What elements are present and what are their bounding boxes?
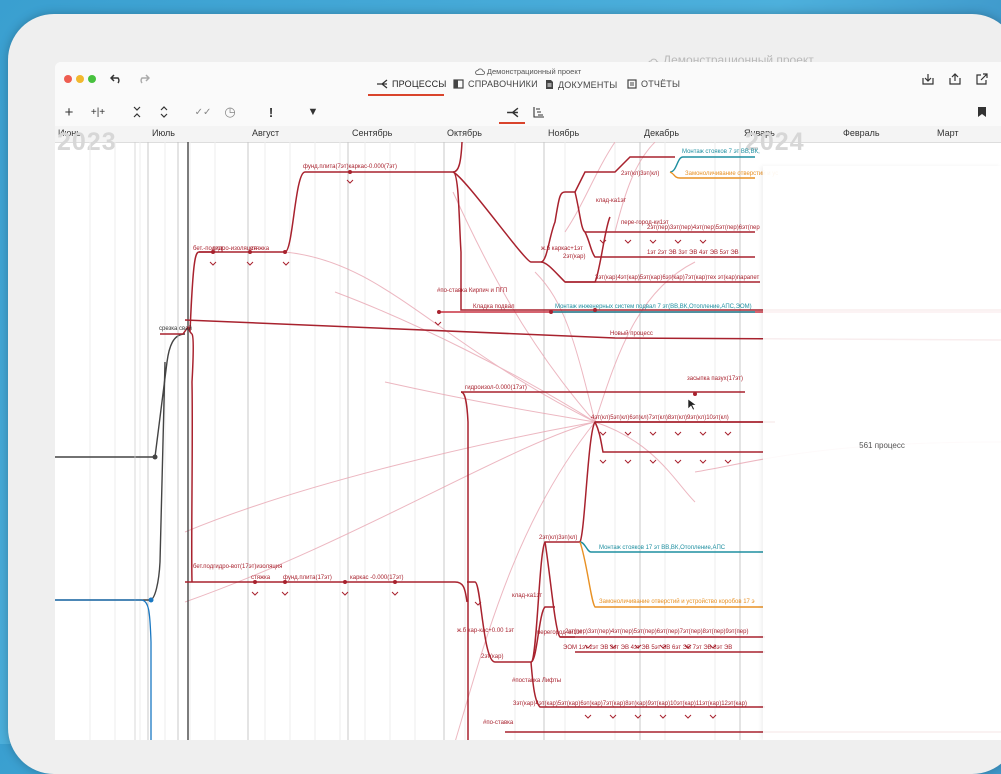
bookmark-icon[interactable] bbox=[973, 103, 991, 121]
task-label: Монтаж стояков 7 эт ВВ,ВК, bbox=[682, 149, 760, 155]
task-label: 3эт(кар)4эт(кар)5эт(кар)6эт(кар)7эт(кар)… bbox=[595, 275, 760, 281]
cloud-icon bbox=[474, 68, 485, 75]
close-window-button[interactable] bbox=[64, 75, 72, 83]
task-label: Кладка подвал bbox=[473, 304, 515, 310]
task-label: ЭОМ 1эт 2эт ЭВ 3эт ЭВ 4эт ЭВ 5эт ЭВ 6эт … bbox=[563, 645, 732, 651]
task-label: ж.б каркас+1эт bbox=[541, 246, 583, 252]
task-label: стяжка bbox=[250, 246, 270, 252]
month-label: Июль bbox=[152, 128, 175, 138]
open-external-icon[interactable] bbox=[973, 70, 991, 88]
task-label: Замоноличивание отверстий и устройство к… bbox=[599, 598, 755, 605]
task-label: срезка свай bbox=[159, 325, 192, 332]
tab-documents[interactable]: ДОКУМЕНТЫ bbox=[545, 79, 617, 90]
month-label: Февраль bbox=[843, 128, 880, 138]
task-label: #по-ставка bbox=[483, 720, 514, 726]
filter-icon[interactable]: ▼ bbox=[304, 103, 322, 121]
task-label: 2эт(пер)3эт(пер)4эт(пер)5эт(пер)6эт(пер)… bbox=[565, 629, 748, 635]
month-label: Октябрь bbox=[447, 128, 482, 138]
report-icon bbox=[627, 79, 637, 89]
project-title: Демонстрационный проект bbox=[55, 67, 1001, 76]
process-panel: 561 процесс bbox=[763, 166, 1001, 740]
month-label: Сентябрь bbox=[352, 128, 393, 138]
task-label: 3эт(кар)4эт(кар)5эт(кар)6эт(кар)7эт(кар)… bbox=[513, 701, 747, 707]
task-label: 2эт(пер)3эт(пер)4эт(пер)5эт(пер)6эт(пер bbox=[647, 225, 760, 231]
task-label: ж.б кар-кас+0.00 1эт bbox=[457, 628, 514, 634]
task-label: 4эт(кл)5эт(кл)6эт(кл)7эт(кл)8эт(кл)9эт(к… bbox=[591, 415, 729, 421]
month-label: Март bbox=[937, 128, 959, 138]
task-label: каркас -0.000(17эт) bbox=[350, 575, 404, 581]
title-bar: Демонстрационный проект ПРОЦЕССЫ СПРАВОЧ… bbox=[55, 62, 1001, 98]
task-label: 1эт 2эт ЭВ 3эт ЭВ 4эт ЭВ 5эт ЭВ bbox=[647, 250, 739, 256]
task-label: стяжка bbox=[251, 575, 271, 581]
task-label: 2эт(кар) bbox=[563, 254, 585, 260]
task-label: гидроизол-0.000(17эт) bbox=[465, 385, 527, 391]
month-label: Декабрь bbox=[644, 128, 680, 138]
view-underline bbox=[499, 122, 525, 124]
expand-icon[interactable] bbox=[155, 103, 173, 121]
gantt-view-icon[interactable] bbox=[530, 103, 548, 121]
book-icon bbox=[453, 79, 464, 89]
task-label: Монтаж стояков 17 эт ВВ,ВК,Отопление,АПС bbox=[599, 545, 726, 551]
tab-processes[interactable]: ПРОЦЕССЫ bbox=[376, 79, 447, 89]
document-icon bbox=[546, 80, 553, 89]
task-label: 2эт(кл)3эт(кл) bbox=[621, 171, 659, 177]
timeline-header: Июнь Июль Август Сентябрь Октябрь Ноябрь… bbox=[55, 126, 1001, 143]
task-label: клад-ка1эт bbox=[596, 198, 626, 204]
minimize-window-button[interactable] bbox=[76, 75, 84, 83]
task-label: клад-ка1эт bbox=[512, 593, 542, 599]
collapse-icon[interactable] bbox=[128, 103, 146, 121]
task-label: фунд.плита(17эт) bbox=[283, 575, 332, 581]
task-label: #по-ставка Кирпич и ПГП bbox=[437, 288, 507, 294]
share-icon[interactable] bbox=[946, 70, 964, 88]
mouse-cursor-icon bbox=[687, 398, 698, 411]
process-view-icon[interactable] bbox=[503, 103, 521, 121]
task-label: 2эт(кл)3эт(кл) bbox=[539, 535, 577, 541]
maximize-window-button[interactable] bbox=[88, 75, 96, 83]
task-label: засыпка пазух(17эт) bbox=[687, 376, 743, 382]
active-tab-indicator bbox=[368, 94, 444, 96]
task-label: Монтаж инженерных систем подвал 7 эт(ВВ,… bbox=[555, 304, 752, 310]
tab-reports[interactable]: ОТЧЁТЫ bbox=[627, 79, 680, 89]
split-icon[interactable]: +|+ bbox=[86, 103, 110, 121]
task-label: #поставка Лифты bbox=[512, 678, 561, 684]
process-icon bbox=[377, 79, 388, 89]
double-check-icon[interactable]: ✓✓ bbox=[194, 103, 212, 121]
month-label: Ноябрь bbox=[548, 128, 580, 138]
dark-process-lines bbox=[55, 142, 189, 740]
process-count: 561 процесс bbox=[859, 441, 905, 450]
import-icon[interactable] bbox=[919, 70, 937, 88]
warning-icon[interactable]: ! bbox=[262, 103, 280, 121]
app-window: Демонстрационный проект ПРОЦЕССЫ СПРАВОЧ… bbox=[55, 62, 1001, 740]
tab-references[interactable]: СПРАВОЧНИКИ bbox=[453, 79, 538, 89]
toolbar: + +|+ ✓✓ ◷ ! ▼ bbox=[55, 98, 1001, 126]
add-icon[interactable]: + bbox=[60, 103, 78, 121]
history-icon[interactable]: ◷ bbox=[221, 103, 239, 121]
blue-process-line bbox=[55, 599, 152, 740]
task-label: бет.подгидро-вот(17эт)изоляция bbox=[193, 564, 282, 570]
month-label: Август bbox=[252, 128, 280, 138]
task-label: 2эт(кар) bbox=[481, 654, 503, 660]
task-label: Новый процесс bbox=[610, 330, 653, 337]
task-label: фунд.плита(7эт)каркас-0.000(7эт) bbox=[303, 164, 397, 170]
